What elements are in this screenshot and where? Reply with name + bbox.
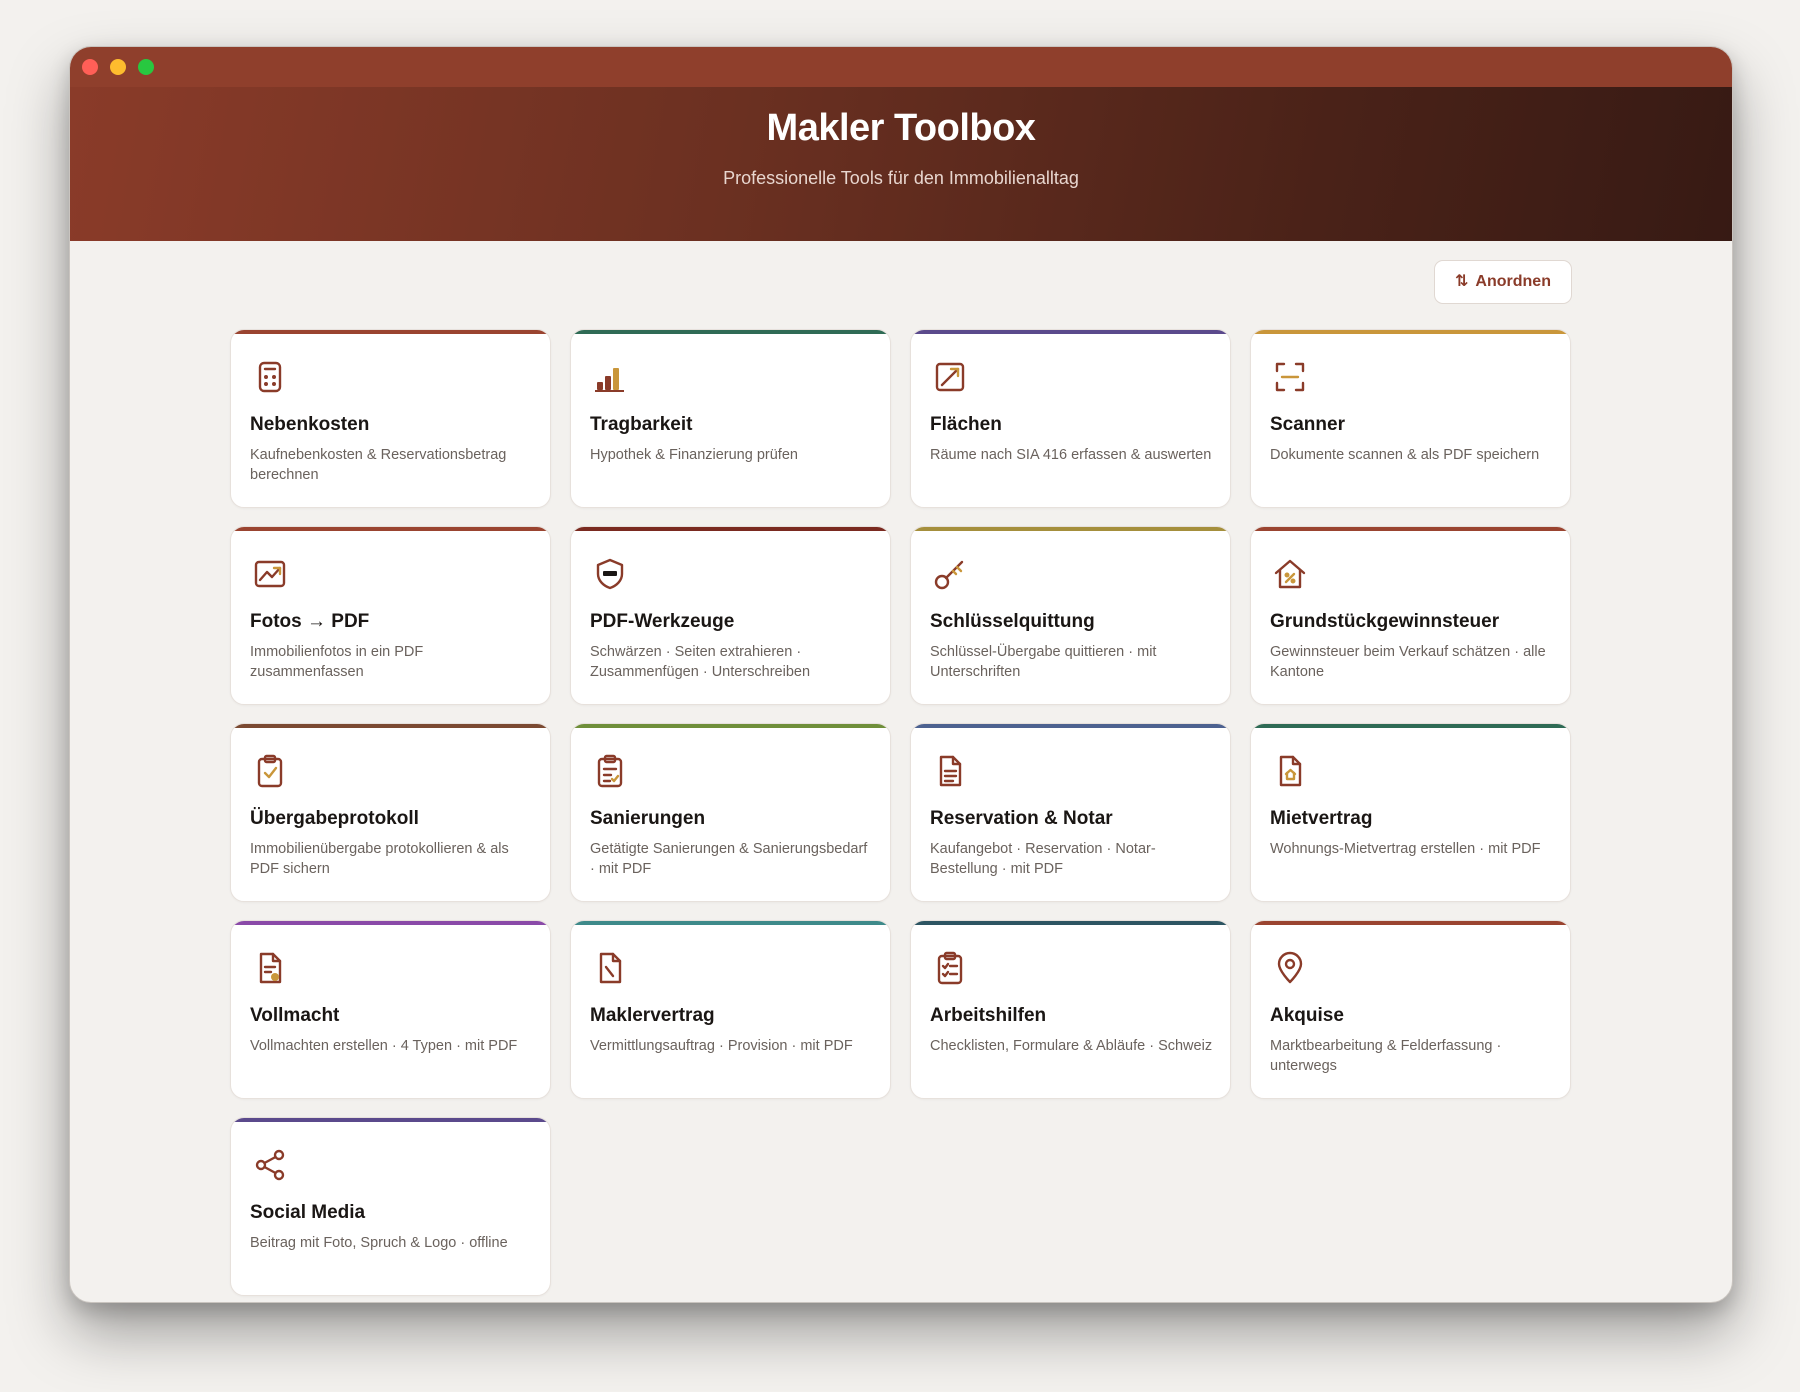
tool-title: Schlüsselquittung — [930, 611, 1095, 632]
sort-arrows-icon: ⇅ — [1455, 273, 1469, 290]
tool-description: Vermittlungsauftrag · Provision · mit PD… — [590, 1038, 853, 1054]
shield-icon — [593, 557, 627, 591]
map-pin-icon — [1273, 951, 1307, 985]
tool-title: Vollmacht — [250, 1005, 340, 1026]
checklist-icon — [933, 951, 967, 985]
tool-title: Fotos → PDF — [250, 611, 370, 632]
tool-description: Hypothek & Finanzierung prüfen — [590, 447, 798, 463]
tool-title: Arbeitshilfen — [930, 1005, 1047, 1026]
image-icon — [253, 557, 287, 591]
clipboard-list-icon — [593, 754, 627, 788]
tool-card-vollmacht[interactable]: Vollmacht Vollmachten erstellen · 4 Type… — [230, 920, 551, 1099]
tool-card-akquise[interactable]: Akquise Marktbearbeitung & Felderfassung… — [1250, 920, 1571, 1099]
tool-card-grundstueckgewinnsteuer[interactable]: Grundstückgewinnsteuer Gewinnsteuer beim… — [1250, 526, 1571, 705]
share-icon — [253, 1148, 287, 1182]
tool-card-pdf-werkzeuge[interactable]: PDF-Werkzeuge Schwärzen · Seiten extrahi… — [570, 526, 891, 705]
app-window: Makler Toolbox Professionelle Tools für … — [69, 46, 1733, 1303]
tool-card-maklervertrag[interactable]: Maklervertrag Vermittlungsauftrag · Prov… — [570, 920, 891, 1099]
tool-card-fotos-pdf[interactable]: Fotos → PDF Immobilienfotos in ein PDF z… — [230, 526, 551, 705]
tool-card-nebenkosten[interactable]: Nebenkosten Kaufnebenkosten & Reservatio… — [230, 329, 551, 508]
tool-title: Tragbarkeit — [590, 414, 693, 435]
tool-card-schluesselquittung[interactable]: Schlüsselquittung Schlüssel-Übergabe qui… — [910, 526, 1231, 705]
house-percent-icon — [1273, 557, 1307, 591]
tool-title: PDF-Werkzeuge — [590, 611, 735, 632]
titlebar — [70, 47, 1732, 87]
tool-description: Getätigte Sanierungen & Sanierungsbedarf… — [590, 841, 868, 877]
header-banner: Makler Toolbox Professionelle Tools für … — [70, 87, 1732, 241]
tool-description: Räume nach SIA 416 erfassen & auswerten — [930, 447, 1212, 463]
calculator-icon — [253, 360, 287, 394]
tool-description: Kaufnebenkosten & Reservationsbetrag ber… — [250, 447, 507, 483]
tool-card-reservation-notar[interactable]: Reservation & Notar Kaufangebot · Reserv… — [910, 723, 1231, 902]
scan-icon — [1273, 360, 1307, 394]
tool-title: Grundstückgewinnsteuer — [1270, 611, 1500, 632]
tool-card-tragbarkeit[interactable]: Tragbarkeit Hypothek & Finanzierung prüf… — [570, 329, 891, 508]
tool-card-flaechen[interactable]: Flächen Räume nach SIA 416 erfassen & au… — [910, 329, 1231, 508]
minimize-window-button[interactable] — [110, 59, 126, 75]
tool-description: Immobilienfotos in ein PDF zusammenfasse… — [250, 644, 424, 680]
page-title: Makler Toolbox — [766, 107, 1036, 149]
tool-description: Schlüssel-Übergabe quittieren · mit Unte… — [930, 644, 1157, 680]
tool-title: Flächen — [930, 414, 1002, 435]
area-icon — [933, 360, 967, 394]
tool-description: Vollmachten erstellen · 4 Typen · mit PD… — [250, 1038, 518, 1054]
document-icon — [933, 754, 967, 788]
arrange-button[interactable]: ⇅ Anordnen — [1434, 260, 1572, 304]
tool-card-mietvertrag[interactable]: Mietvertrag Wohnungs-Mietvertrag erstell… — [1250, 723, 1571, 902]
bar-chart-icon — [593, 360, 627, 394]
tool-description: Immobilienübergabe protokollieren & als … — [250, 841, 509, 877]
close-window-button[interactable] — [82, 59, 98, 75]
tool-description: Wohnungs-Mietvertrag erstellen · mit PDF — [1270, 841, 1541, 857]
tools-grid: Nebenkosten Kaufnebenkosten & Reservatio… — [230, 329, 1572, 1296]
tool-title: Reservation & Notar — [930, 808, 1113, 829]
tool-title: Mietvertrag — [1270, 808, 1373, 829]
tool-card-scanner[interactable]: Scanner Dokumente scannen & als PDF spei… — [1250, 329, 1571, 508]
tool-title: Akquise — [1270, 1005, 1344, 1026]
tool-description: Marktbearbeitung & Felderfassung · unter… — [1270, 1038, 1502, 1074]
document-seal-icon — [253, 951, 287, 985]
tool-title: Sanierungen — [590, 808, 706, 829]
tool-card-sanierungen[interactable]: Sanierungen Getätigte Sanierungen & Sani… — [570, 723, 891, 902]
tool-title: Maklervertrag — [590, 1005, 715, 1026]
tool-description: Schwärzen · Seiten extrahieren · Zusamme… — [590, 644, 811, 680]
tool-description: Dokumente scannen & als PDF speichern — [1270, 447, 1540, 463]
document-house-icon — [1273, 754, 1307, 788]
arrange-button-label: Anordnen — [1475, 273, 1551, 290]
tool-card-arbeitshilfen[interactable]: Arbeitshilfen Checklisten, Formulare & A… — [910, 920, 1231, 1099]
page-subtitle: Professionelle Tools für den Immobiliena… — [723, 168, 1079, 188]
tool-title: Übergabeprotokoll — [250, 808, 419, 829]
tool-description: Kaufangebot · Reservation · Notar-Bestel… — [930, 841, 1156, 877]
tool-card-social-media[interactable]: Social Media Beitrag mit Foto, Spruch & … — [230, 1117, 551, 1296]
tool-description: Checklisten, Formulare & Abläufe · Schwe… — [930, 1038, 1213, 1054]
tool-title: Social Media — [250, 1202, 366, 1223]
tool-title: Scanner — [1270, 414, 1345, 435]
tool-description: Beitrag mit Foto, Spruch & Logo · offlin… — [250, 1235, 508, 1251]
clipboard-check-icon — [253, 754, 287, 788]
key-icon — [933, 557, 967, 591]
tool-description: Gewinnsteuer beim Verkauf schätzen · all… — [1270, 644, 1546, 680]
document-pen-icon — [593, 951, 627, 985]
tool-title: Nebenkosten — [250, 414, 370, 435]
zoom-window-button[interactable] — [138, 59, 154, 75]
tool-card-uebergabeprotokoll[interactable]: Übergabeprotokoll Immobilienübergabe pro… — [230, 723, 551, 902]
